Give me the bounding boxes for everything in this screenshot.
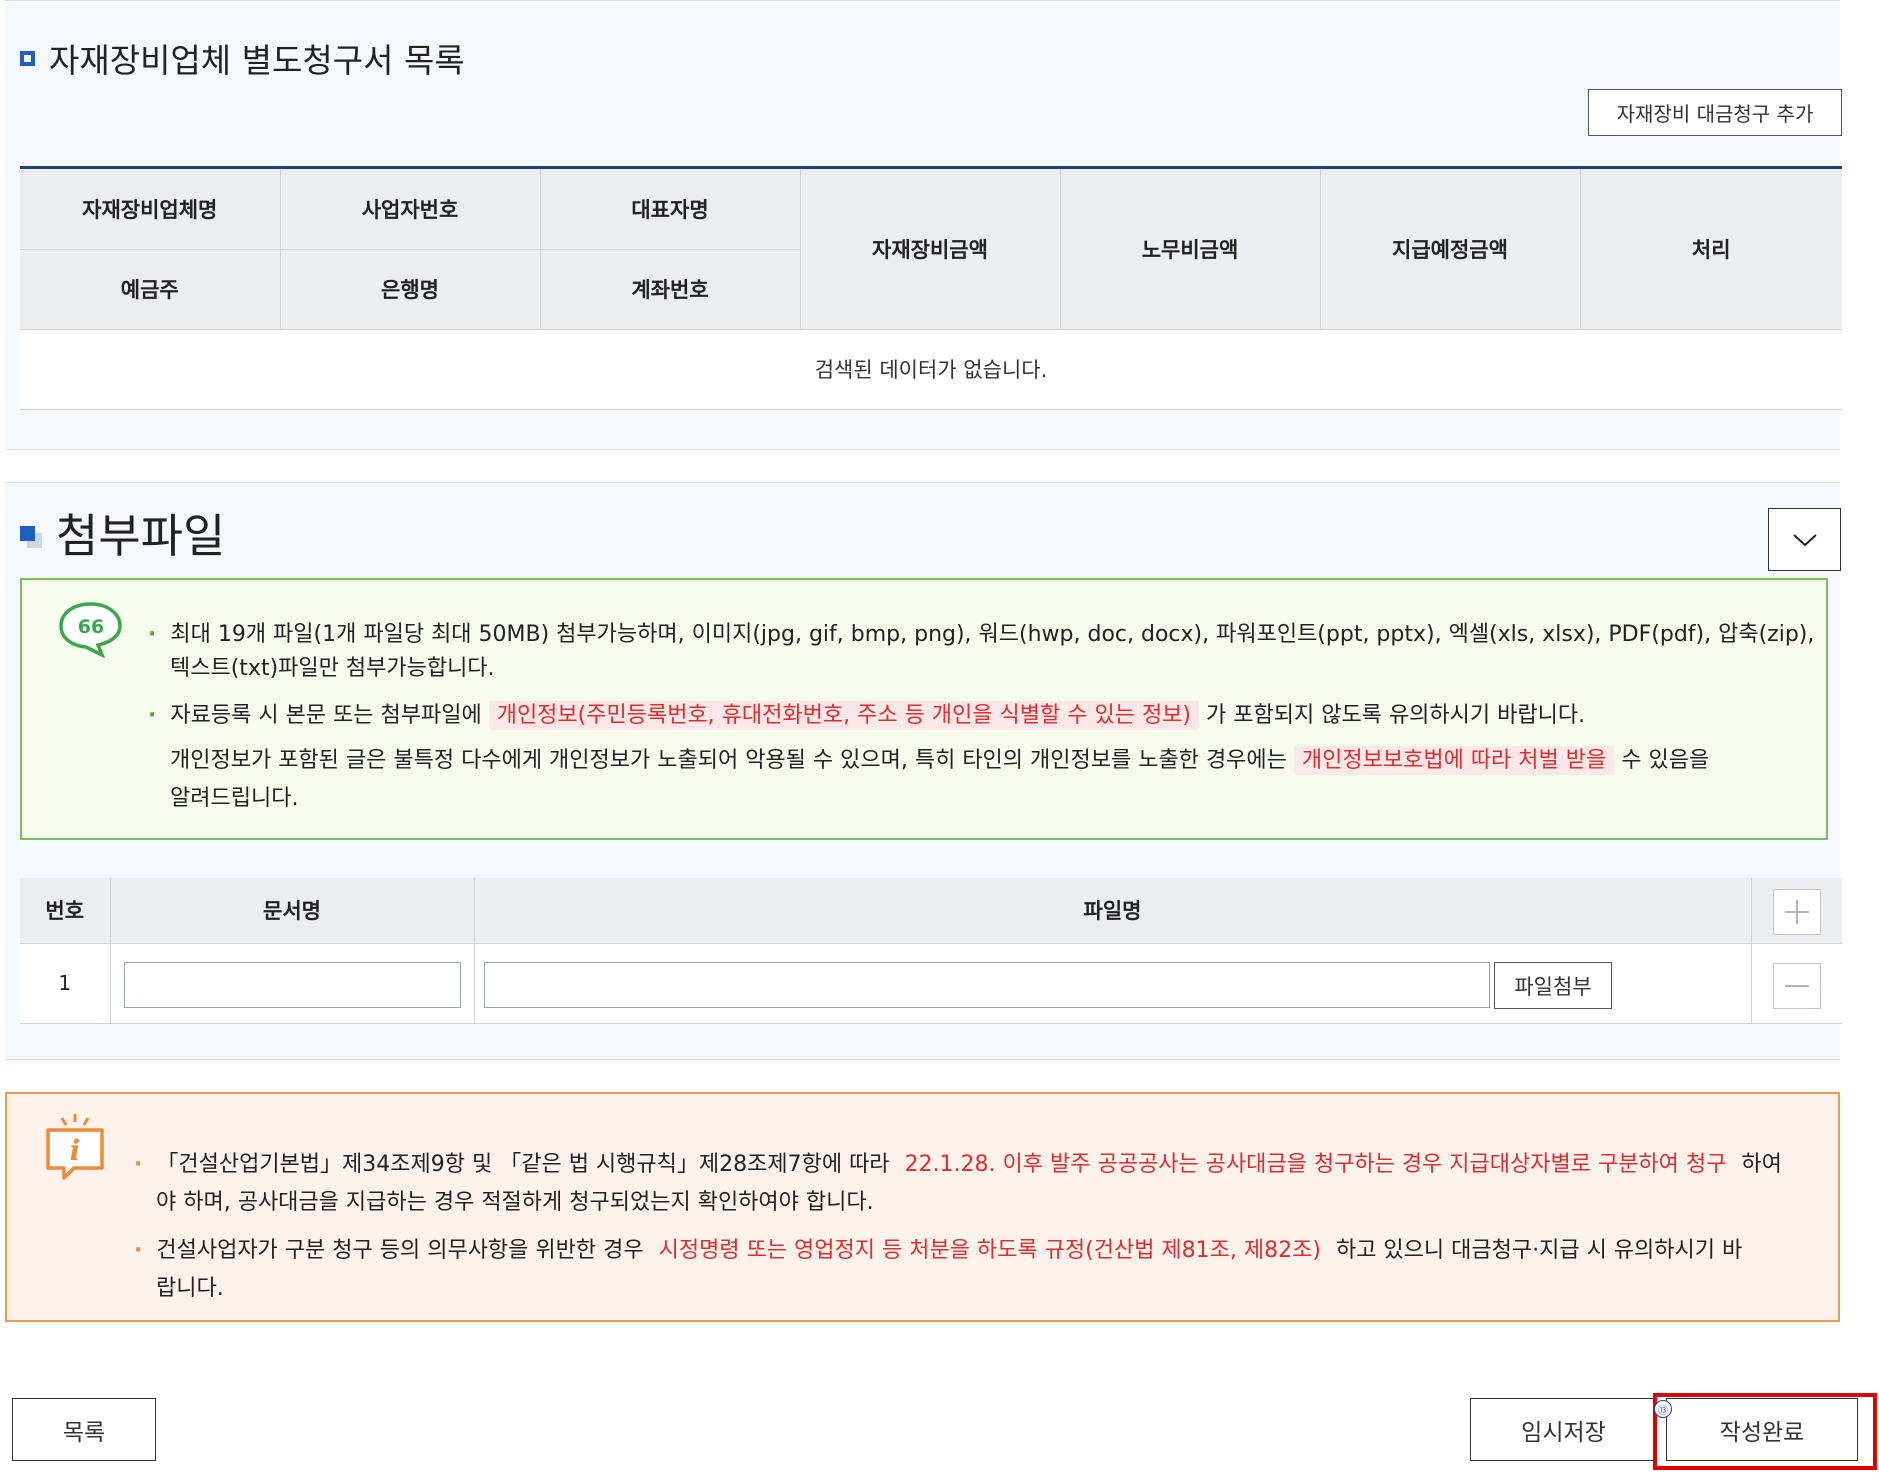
notice-line-2-red: 개인정보(주민등록번호, 휴대전화번호, 주소 등 개인을 식별할 수 있는 정…: [488, 701, 1200, 730]
minus-icon: [1785, 985, 1809, 987]
legal-line-2-post: 하고 있으니 대금청구·지급 시 유의하시기 바: [1335, 1238, 1743, 1263]
highlight-callout: [1653, 1393, 1877, 1470]
col-biz-no: 사업자번호: [280, 169, 541, 250]
col-bank: 은행명: [280, 249, 541, 330]
notice-line-3-pre: 개인정보가 포함된 글은 불특정 다수에게 개인정보가 노출되어 악용될 수 있…: [170, 748, 1287, 773]
step-marker: ⑬: [1654, 1400, 1672, 1418]
notice-line-3-post: 수 있음을: [1621, 748, 1710, 773]
svg-text:i: i: [70, 1134, 81, 1167]
legal-line-1-red: 22.1.28. 이후 발주 공공공사는 공사대금을 청구하는 경우 지급대상자…: [904, 1152, 1727, 1177]
add-material-claim-button[interactable]: 자재장비 대금청구 추가: [1588, 89, 1842, 136]
notice-line-1b: 텍스트(txt)파일만 첨부가능합니다.: [170, 656, 495, 681]
notice-line-1: 최대 19개 파일(1개 파일당 최대 50MB) 첨부가능하며, 이미지(jp…: [170, 622, 1815, 647]
notice-line-4: 알려드립니다.: [170, 786, 299, 811]
svg-text:66: 66: [78, 616, 104, 638]
materials-table: 자재장비업체명 사업자번호 대표자명 자재장비금액 노무비금액 지급예정금액 처…: [20, 169, 1842, 410]
materials-section-title: 자재장비업체 별도청구서 목록: [20, 34, 465, 82]
col-ceo: 대표자명: [540, 169, 801, 250]
legal-line-1b: 야 하며, 공사대금을 지급하는 경우 적절하게 청구되었는지 확인하여야 합니…: [156, 1190, 874, 1215]
remove-row-button[interactable]: [1773, 963, 1821, 1009]
notice-line-2-pre: 자료등록 시 본문 또는 첨부파일에: [170, 703, 482, 728]
notice-line-2-post: 가 포함되지 않도록 유의하시기 바랍니다.: [1206, 703, 1586, 728]
quote-bubble-icon: 66: [59, 602, 122, 658]
col-company: 자재장비업체명: [20, 169, 281, 250]
legal-line-1-post: 하여: [1741, 1152, 1782, 1177]
collapse-toggle-button[interactable]: [1768, 508, 1841, 571]
col-planned-amount: 지급예정금액: [1320, 169, 1581, 330]
notice-line-3-red: 개인정보보호법에 따라 처벌 받을: [1293, 746, 1615, 775]
file-name-input[interactable]: [484, 962, 1490, 1008]
col-account: 계좌번호: [540, 249, 800, 330]
empty-message: 검색된 데이터가 없습니다.: [20, 329, 1842, 410]
legal-line-2b: 랍니다.: [156, 1276, 224, 1301]
col-labor-amount: 노무비금액: [1060, 169, 1321, 330]
col-no: 번호: [20, 878, 111, 944]
temp-save-button[interactable]: 임시저장: [1470, 1398, 1657, 1461]
legal-line-1-pre: 「건설산업기본법」제34조제9항 및 「같은 법 시행규칙」제28조제7항에 따…: [156, 1152, 890, 1177]
col-doc-name: 문서명: [110, 878, 475, 944]
square-bullet-icon: [20, 50, 35, 66]
add-row-button[interactable]: [1773, 889, 1821, 935]
info-bubble-icon: i: [46, 1114, 104, 1180]
legal-line-2-pre: 건설사업자가 구분 청구 등의 의무사항을 위반한 경우: [156, 1238, 644, 1263]
doc-name-input[interactable]: [124, 962, 461, 1008]
chevron-down-icon: [1792, 533, 1817, 546]
attach-file-button[interactable]: 파일첨부: [1494, 962, 1612, 1009]
col-depositor: 예금주: [20, 249, 281, 330]
square-bullet-icon: [20, 522, 42, 548]
legal-line-2-red: 시정명령 또는 영업정지 등 처분을 하도록 규정(건산법 제81조, 제82조…: [658, 1238, 1321, 1263]
col-material-amount: 자재장비금액: [799, 169, 1061, 330]
col-action: 처리: [1580, 169, 1842, 330]
row-no: 1: [20, 943, 111, 1024]
col-file-name: 파일명: [474, 878, 1752, 944]
attachments-section-title: 첨부파일: [20, 500, 225, 566]
list-button[interactable]: 목록: [12, 1398, 156, 1461]
plus-icon: [1785, 900, 1809, 924]
